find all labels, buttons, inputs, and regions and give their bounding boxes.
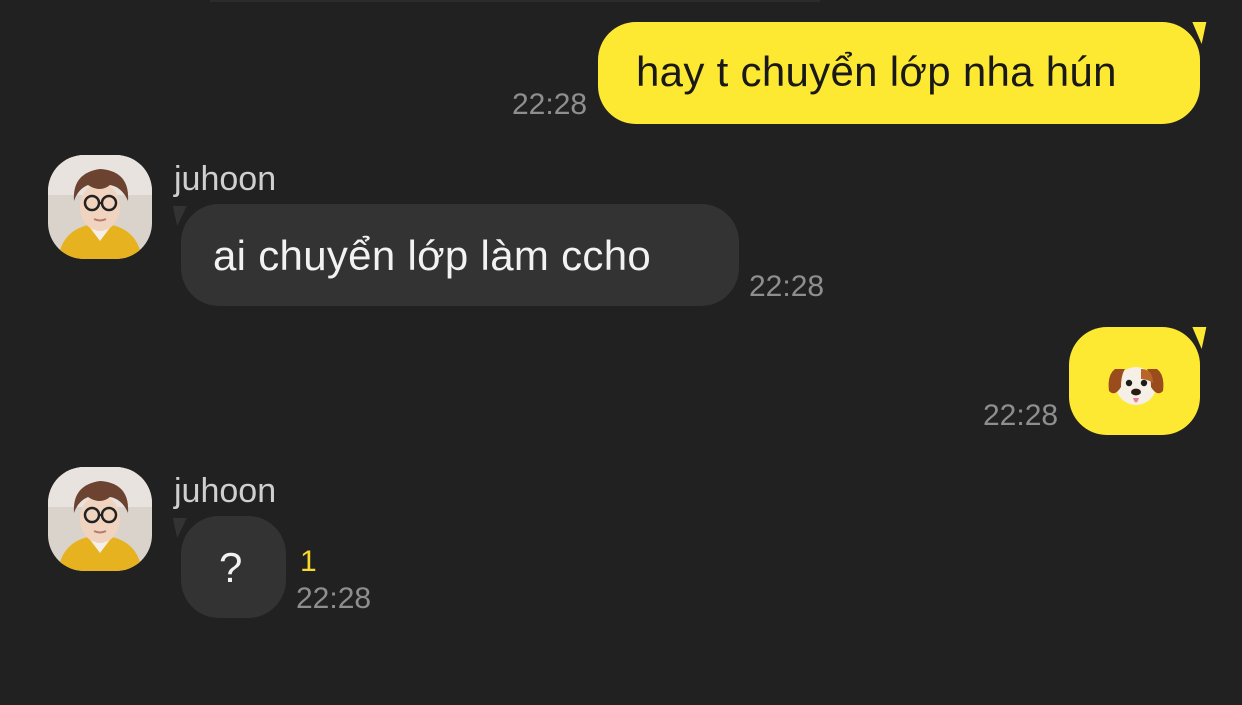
sender-name: juhoon bbox=[174, 472, 277, 510]
message-timestamp: 22:28 bbox=[512, 88, 588, 121]
sender-avatar[interactable] bbox=[48, 467, 152, 571]
sender-name: juhoon bbox=[174, 160, 277, 198]
message-timestamp: 22:28 bbox=[983, 399, 1059, 432]
unread-count: 1 bbox=[300, 545, 317, 578]
avatar-photo bbox=[48, 467, 152, 571]
incoming-message-bubble[interactable]: ? bbox=[181, 516, 286, 618]
message-text: ai chuyển lớp làm ccho bbox=[213, 232, 652, 279]
incoming-message-bubble[interactable]: ai chuyển lớp làm ccho bbox=[181, 204, 739, 306]
outgoing-emoji-bubble[interactable] bbox=[1069, 327, 1200, 435]
outgoing-message-bubble[interactable]: hay t chuyển lớp nha hún bbox=[598, 22, 1200, 124]
previous-message-edge bbox=[210, 0, 820, 2]
message-text: hay t chuyển lớp nha hún bbox=[636, 48, 1117, 95]
message-text: ? bbox=[219, 544, 243, 591]
dog-face-emoji-icon bbox=[1108, 367, 1164, 405]
message-timestamp: 22:28 bbox=[296, 582, 372, 615]
avatar-photo bbox=[48, 155, 152, 259]
chat-view: 22:28 hay t chuyển lớp nha hún juhoon ai… bbox=[0, 0, 1242, 705]
message-timestamp: 22:28 bbox=[749, 270, 825, 303]
sender-avatar[interactable] bbox=[48, 155, 152, 259]
